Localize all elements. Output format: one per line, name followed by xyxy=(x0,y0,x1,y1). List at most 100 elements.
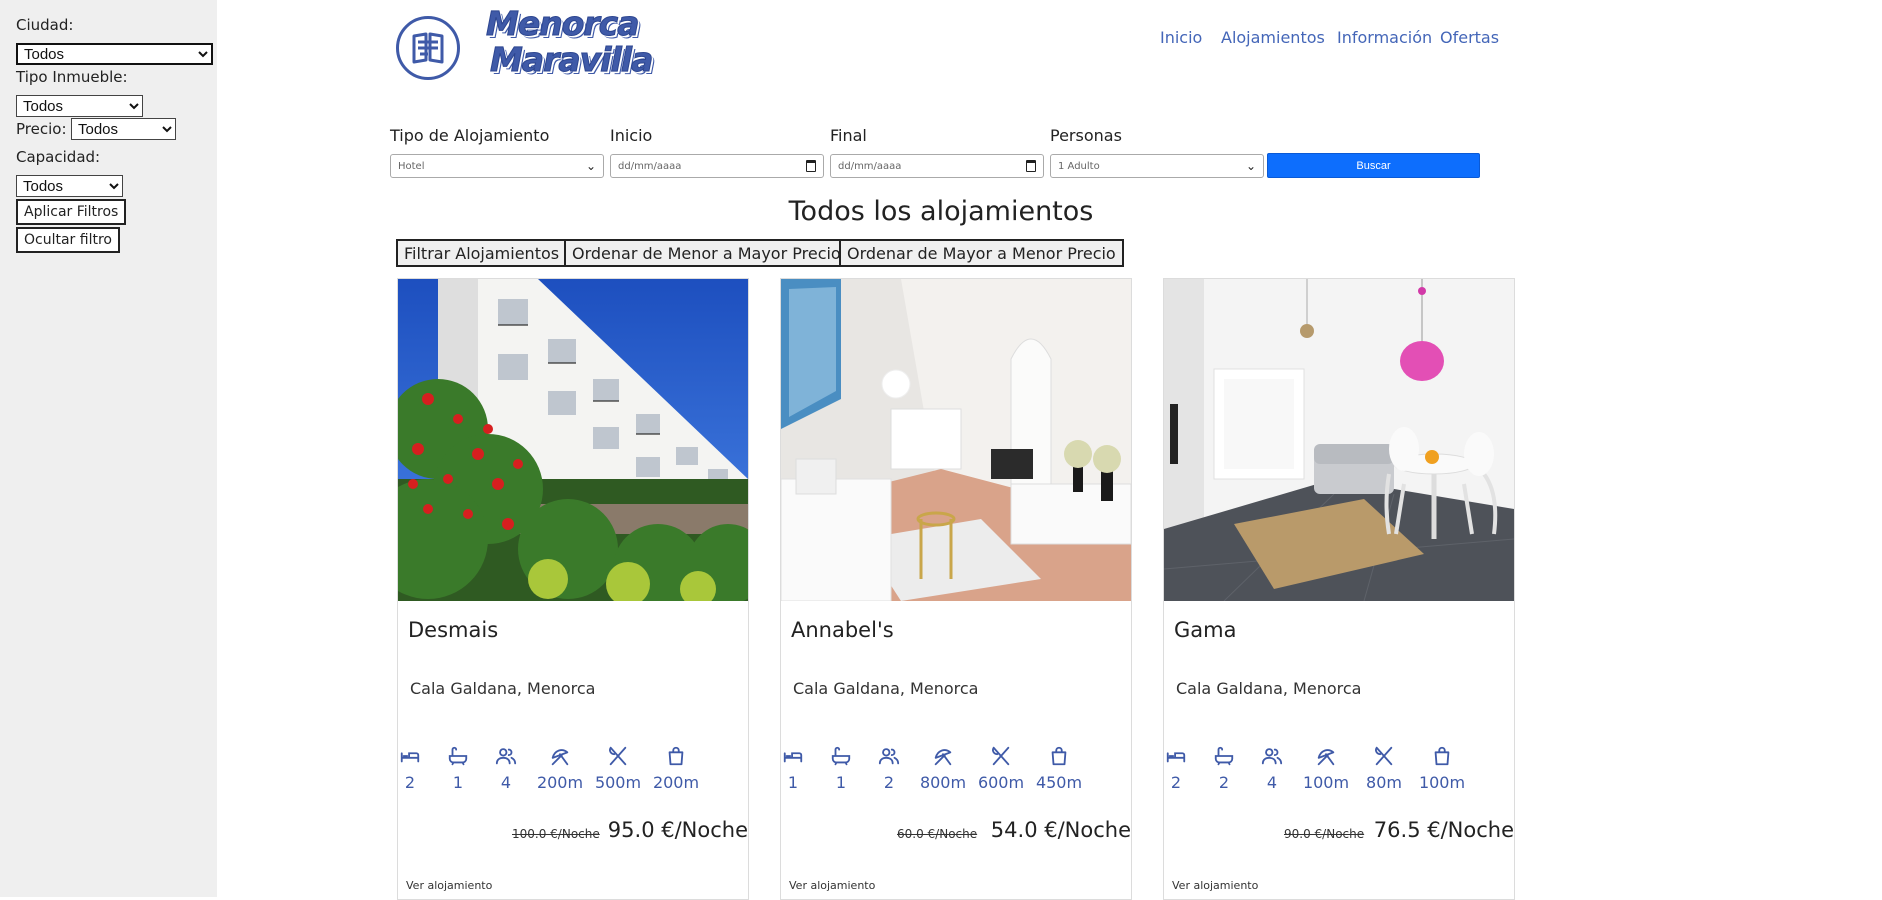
start-date-label: Inicio xyxy=(610,126,653,145)
amenity-value: 80m xyxy=(1366,773,1402,792)
amenity-restaurant-distance: 500m xyxy=(592,745,644,792)
amenity-value: 2 xyxy=(404,773,416,792)
start-date-input[interactable]: dd/mm/aaaa xyxy=(610,154,824,178)
logo-emblem[interactable] xyxy=(396,16,460,80)
amenity-value: 1 xyxy=(835,773,847,792)
hide-filter-button[interactable]: Ocultar filtro xyxy=(16,227,120,253)
accommodation-type-select[interactable]: Hotel ⌄ xyxy=(390,154,604,178)
filter-sidebar: Ciudad: Todos Tipo Inmueble: Todos Preci… xyxy=(0,0,217,897)
shopping-bag-icon xyxy=(1033,745,1085,769)
shopping-bag-icon xyxy=(650,745,702,769)
accommodation-card[interactable]: Annabel's Cala Galdana, Menorca 1 1 2 80… xyxy=(780,278,1132,900)
amenity-value: 800m xyxy=(919,773,967,792)
amenity-beach-distance: 200m xyxy=(534,745,586,792)
property-type-label: Tipo Inmueble: xyxy=(16,68,128,86)
view-accommodation-link[interactable]: Ver alojamiento xyxy=(406,879,492,892)
view-accommodation-link[interactable]: Ver alojamiento xyxy=(789,879,875,892)
discounted-price: 54.0 €/Noche xyxy=(990,818,1131,842)
logo-line-1: Menorca xyxy=(486,4,641,43)
accommodation-location: Cala Galdana, Menorca xyxy=(1176,679,1362,698)
bathtub-icon xyxy=(438,745,478,769)
restaurant-icon xyxy=(975,745,1027,769)
capacity-label: Capacidad: xyxy=(16,148,101,166)
amenity-value: 200m xyxy=(536,773,584,792)
amenity-value: 4 xyxy=(1266,773,1278,792)
amenity-value: 100m xyxy=(1418,773,1466,792)
end-date-input[interactable]: dd/mm/aaaa xyxy=(830,154,1044,178)
bed-icon xyxy=(390,745,430,769)
amenity-value: 600m xyxy=(977,773,1025,792)
bed-icon xyxy=(773,745,813,769)
amenity-capacity: 2 xyxy=(869,745,909,792)
chevron-down-icon: ⌄ xyxy=(1245,159,1256,173)
amenity-beach-distance: 100m xyxy=(1300,745,1352,792)
city-select[interactable]: Todos xyxy=(16,43,213,65)
nav-link-ofertas[interactable]: Ofertas xyxy=(1440,28,1499,47)
end-date-placeholder: dd/mm/aaaa xyxy=(838,160,902,172)
accommodation-photo[interactable] xyxy=(781,279,1131,601)
accommodation-location: Cala Galdana, Menorca xyxy=(793,679,979,698)
sort-ascending-button[interactable]: Ordenar de Menor a Mayor Precio xyxy=(564,239,849,267)
price-label: Precio: xyxy=(16,120,67,138)
amenity-shop-distance: 450m xyxy=(1033,745,1085,792)
accommodation-card[interactable]: Desmais Cala Galdana, Menorca 2 1 4 200m… xyxy=(397,278,749,900)
start-date-placeholder: dd/mm/aaaa xyxy=(618,160,682,172)
amenity-value: 500m xyxy=(594,773,642,792)
property-type-select[interactable]: Todos xyxy=(16,95,143,117)
price-select[interactable]: Todos xyxy=(71,118,176,140)
amenity-value: 200m xyxy=(652,773,700,792)
amenity-capacity: 4 xyxy=(1252,745,1292,792)
amenity-capacity: 4 xyxy=(486,745,526,792)
amenity-restaurant-distance: 600m xyxy=(975,745,1027,792)
people-icon xyxy=(869,745,909,769)
chevron-down-icon: ⌄ xyxy=(585,159,596,173)
amenity-restaurant-distance: 80m xyxy=(1358,745,1410,792)
beach-icon xyxy=(534,745,586,769)
amenity-bathrooms: 1 xyxy=(438,745,478,792)
accommodation-type-value: Hotel xyxy=(398,160,425,172)
search-button[interactable]: Buscar xyxy=(1267,153,1480,178)
amenity-value: 2 xyxy=(883,773,895,792)
view-accommodation-link[interactable]: Ver alojamiento xyxy=(1172,879,1258,892)
amenity-value: 4 xyxy=(500,773,512,792)
amenity-bedrooms: 1 xyxy=(773,745,813,792)
logo-line-2: Maravilla xyxy=(490,40,654,79)
filter-accommodations-button[interactable]: Filtrar Alojamientos xyxy=(396,239,568,267)
amenity-bathrooms: 1 xyxy=(821,745,861,792)
bed-icon xyxy=(1156,745,1196,769)
accommodation-location: Cala Galdana, Menorca xyxy=(410,679,596,698)
beach-icon xyxy=(1300,745,1352,769)
beach-icon xyxy=(917,745,969,769)
amenity-value: 2 xyxy=(1170,773,1182,792)
accommodation-photo[interactable] xyxy=(1164,279,1514,601)
sort-descending-button[interactable]: Ordenar de Mayor a Menor Precio xyxy=(839,239,1124,267)
people-select[interactable]: 1 Adulto ⌄ xyxy=(1050,154,1264,178)
discounted-price: 76.5 €/Noche xyxy=(1373,818,1514,842)
page-title: Todos los alojamientos xyxy=(788,196,1094,227)
amenity-value: 1 xyxy=(787,773,799,792)
amenity-shop-distance: 100m xyxy=(1416,745,1468,792)
book-icon xyxy=(412,32,444,64)
people-label: Personas xyxy=(1050,126,1122,145)
people-icon xyxy=(486,745,526,769)
accommodation-photo[interactable] xyxy=(398,279,748,601)
nav-link-alojamientos[interactable]: Alojamientos xyxy=(1221,28,1325,47)
logo-wordmark[interactable]: Menorca Maravilla xyxy=(486,4,686,82)
accommodation-name: Desmais xyxy=(408,618,499,642)
amenity-shop-distance: 200m xyxy=(650,745,702,792)
bathtub-icon xyxy=(1204,745,1244,769)
restaurant-icon xyxy=(592,745,644,769)
amenity-value: 450m xyxy=(1035,773,1083,792)
shopping-bag-icon xyxy=(1416,745,1468,769)
amenity-beach-distance: 800m xyxy=(917,745,969,792)
dining-room-photo xyxy=(1164,279,1514,601)
amenity-bathrooms: 2 xyxy=(1204,745,1244,792)
original-price: 60.0 €/Noche xyxy=(897,827,978,841)
capacity-select[interactable]: Todos xyxy=(16,175,123,197)
bathtub-icon xyxy=(821,745,861,769)
accommodation-name: Annabel's xyxy=(791,618,894,642)
nav-link-informacion[interactable]: Información xyxy=(1337,28,1432,47)
amenity-value: 1 xyxy=(452,773,464,792)
nav-link-inicio[interactable]: Inicio xyxy=(1160,28,1202,47)
accommodation-card[interactable]: Gama Cala Galdana, Menorca 2 2 4 100m 80… xyxy=(1163,278,1515,900)
